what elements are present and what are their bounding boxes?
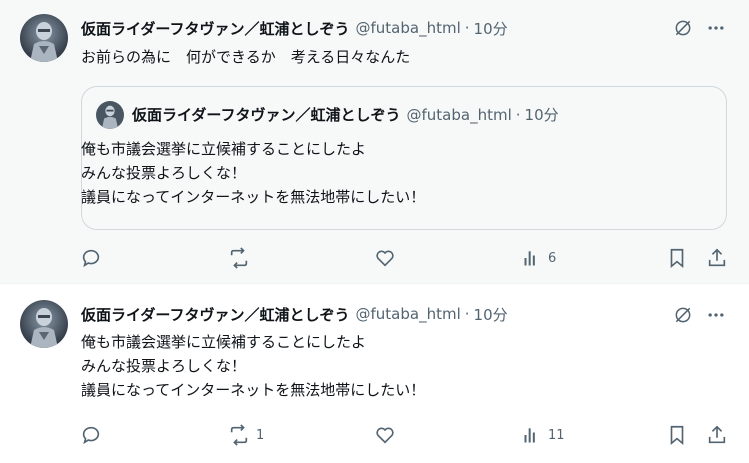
separator: · <box>464 305 470 323</box>
bookmark-button[interactable] <box>666 247 688 269</box>
tweet-text: 俺も市議会選挙に立候補することにしたよ みんな投票よろしくな！ 議員になってイン… <box>81 333 426 399</box>
share-button[interactable] <box>706 247 728 269</box>
timestamp[interactable]: 10分 <box>474 18 508 39</box>
tweet-header: 仮面ライダーフタヴァン／虹浦としぞう @futaba_html · 10分 <box>81 17 508 39</box>
views-count: 11 <box>548 427 565 443</box>
bookmark-icon <box>670 248 684 269</box>
quoted-avatar[interactable] <box>96 101 124 129</box>
views-button[interactable]: 11 <box>522 424 565 446</box>
tweet-header: 仮面ライダーフタヴァン／虹浦としぞう @futaba_html · 10分 <box>81 303 508 325</box>
share-button[interactable] <box>706 424 728 446</box>
reply-button[interactable] <box>80 247 102 269</box>
timestamp[interactable]: 10分 <box>474 304 508 325</box>
bookmark-button[interactable] <box>666 424 688 446</box>
quoted-author-handle[interactable]: @futaba_html <box>407 106 512 124</box>
repost-button[interactable]: 1 <box>228 424 264 446</box>
tweet-card[interactable]: 仮面ライダーフタヴァン／虹浦としぞう @futaba_html · 10分 お前… <box>0 0 749 283</box>
bookmark-icon <box>670 425 684 446</box>
avatar[interactable] <box>20 14 68 62</box>
quoted-text-content: 俺も市議会選挙に立候補することにしたよ みんな投票よろしくな！ 議員になってイン… <box>81 140 426 206</box>
grok-icon[interactable] <box>672 304 694 326</box>
repost-icon <box>230 424 248 446</box>
repost-count: 1 <box>256 427 265 443</box>
heart-icon <box>376 427 394 444</box>
grok-icon[interactable] <box>672 17 694 39</box>
speech-bubble-icon <box>82 426 100 445</box>
action-bar: 1 11 <box>0 422 749 452</box>
views-button[interactable]: 6 <box>522 247 556 269</box>
author-handle[interactable]: @futaba_html <box>356 19 461 37</box>
action-bar: 6 <box>0 243 749 273</box>
repost-icon <box>230 247 248 269</box>
tweet-text: お前らの為に 何ができるか 考える日々なんた <box>81 48 411 66</box>
bar-chart-icon <box>524 251 535 266</box>
quoted-tweet[interactable]: 仮面ライダーフタヴァン／虹浦としぞう @futaba_html · 10分 俺も… <box>81 86 727 230</box>
views-count: 6 <box>548 250 557 266</box>
share-icon <box>708 425 726 444</box>
more-options-icon[interactable] <box>705 17 727 39</box>
reply-button[interactable] <box>80 424 102 446</box>
bar-chart-icon <box>524 428 535 443</box>
tweet-card[interactable]: 仮面ライダーフタヴァン／虹浦としぞう @futaba_html · 10分 俺も… <box>0 283 749 463</box>
author-name[interactable]: 仮面ライダーフタヴァン／虹浦としぞう <box>81 304 350 325</box>
quoted-timestamp[interactable]: 10分 <box>525 104 559 125</box>
heart-icon <box>376 250 394 267</box>
quoted-author-name[interactable]: 仮面ライダーフタヴァン／虹浦としぞう <box>132 104 401 125</box>
repost-button[interactable] <box>228 247 250 269</box>
quoted-header: 仮面ライダーフタヴァン／虹浦としぞう @futaba_html · 10分 <box>132 104 559 125</box>
quoted-text: 俺も市議会選挙に立候補することにしたよ みんな投票よろしくな！ 議員になってイン… <box>81 137 725 209</box>
more-options-icon[interactable] <box>705 304 727 326</box>
like-button[interactable] <box>374 247 396 269</box>
share-icon <box>708 248 726 267</box>
separator: · <box>464 19 470 37</box>
speech-bubble-icon <box>82 249 100 268</box>
like-button[interactable] <box>374 424 396 446</box>
author-handle[interactable]: @futaba_html <box>356 305 461 323</box>
separator: · <box>515 105 521 124</box>
author-name[interactable]: 仮面ライダーフタヴァン／虹浦としぞう <box>81 18 350 39</box>
avatar[interactable] <box>20 300 68 348</box>
